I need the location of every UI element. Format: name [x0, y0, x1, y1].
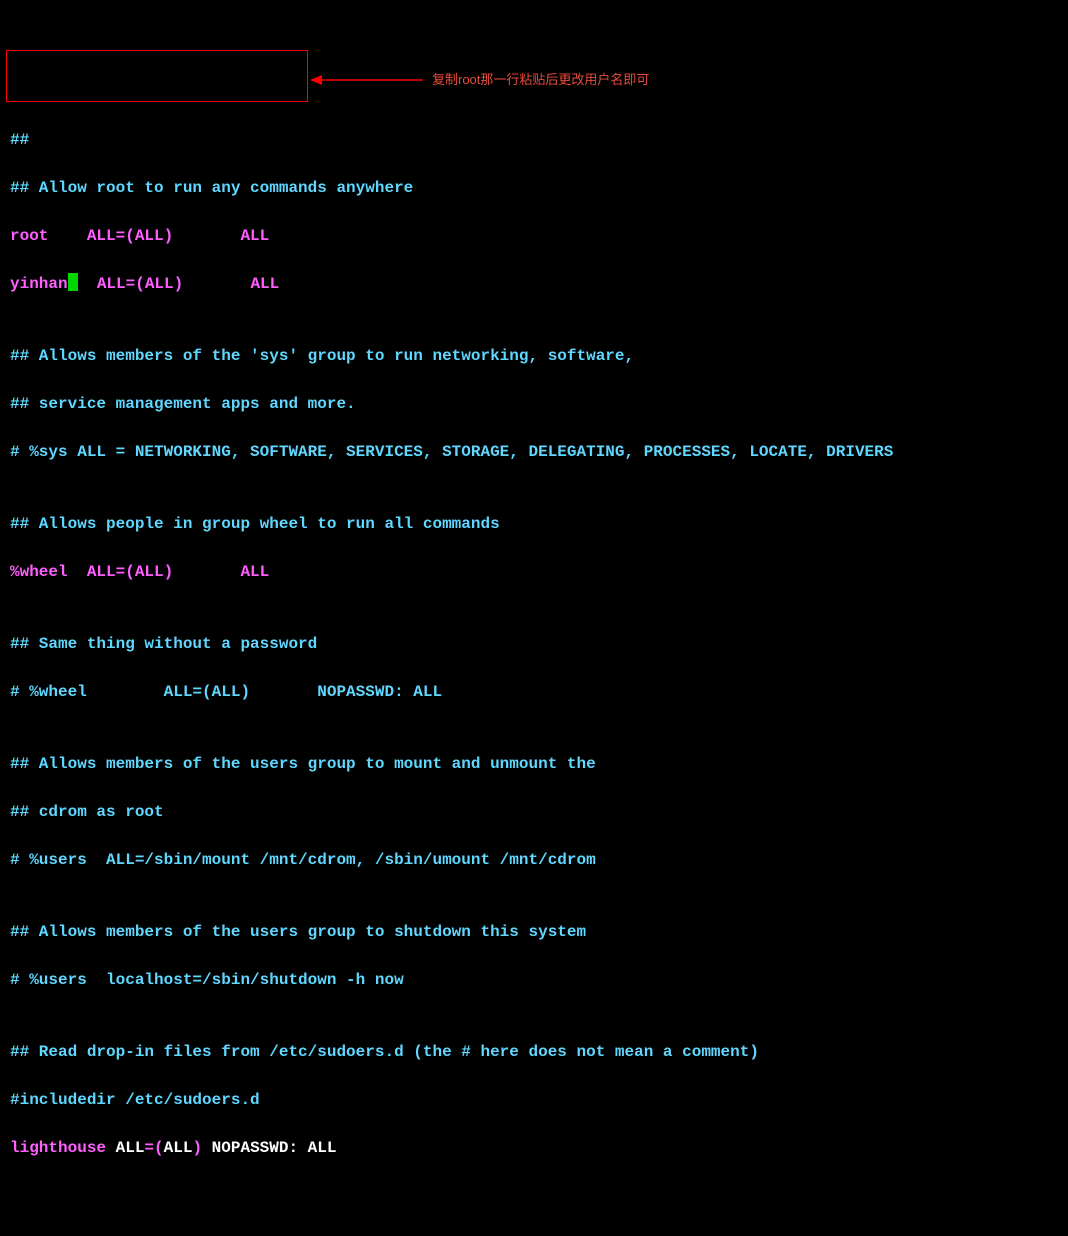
comment-line: #includedir /etc/sudoers.d: [10, 1088, 1058, 1112]
user-root: root: [10, 227, 48, 245]
highlight-box: [6, 50, 308, 102]
cursor-icon: [68, 273, 78, 291]
sudoers-lighthouse-line[interactable]: lighthouse ALL=(ALL) NOPASSWD: ALL: [10, 1136, 1058, 1160]
comment-line: ## service management apps and more.: [10, 392, 1058, 416]
user-yinhan: yinhan: [10, 275, 68, 293]
sudoers-root-line[interactable]: root ALL=(ALL) ALL: [10, 224, 1058, 248]
root-all: ALL: [240, 227, 269, 245]
lh-all2: ALL: [164, 1139, 193, 1157]
wheel-all: ALL: [240, 563, 269, 581]
terminal-content: ## ## Allow root to run any commands any…: [10, 104, 1058, 1184]
comment-line: ## Same thing without a password: [10, 632, 1058, 656]
comment-line: ## Allows members of the 'sys' group to …: [10, 344, 1058, 368]
lh-eq: =: [144, 1139, 154, 1157]
sudoers-yinhan-line[interactable]: yinhan ALL=(ALL) ALL: [10, 272, 1058, 296]
comment-line: ## Allows members of the users group to …: [10, 752, 1058, 776]
root-spec: ALL=(ALL): [48, 227, 240, 245]
comment-line: # %wheel ALL=(ALL) NOPASSWD: ALL: [10, 680, 1058, 704]
comment-line: # %users ALL=/sbin/mount /mnt/cdrom, /sb…: [10, 848, 1058, 872]
lh-all: ALL: [106, 1139, 144, 1157]
sudoers-wheel-line[interactable]: %wheel ALL=(ALL) ALL: [10, 560, 1058, 584]
comment-line: ##: [10, 128, 1058, 152]
arrow-icon: [308, 70, 428, 90]
lh-paren-open: (: [154, 1139, 164, 1157]
comment-line: # %sys ALL = NETWORKING, SOFTWARE, SERVI…: [10, 440, 1058, 464]
comment-line: ## Allows people in group wheel to run a…: [10, 512, 1058, 536]
comment-line: ## Allow root to run any commands anywhe…: [10, 176, 1058, 200]
group-wheel: %wheel: [10, 563, 68, 581]
comment-line: ## Read drop-in files from /etc/sudoers.…: [10, 1040, 1058, 1064]
comment-line: ## cdrom as root: [10, 800, 1058, 824]
lh-paren-close: ): [192, 1139, 202, 1157]
comment-line: ## Allows members of the users group to …: [10, 920, 1058, 944]
annotation-text: 复制root那一行粘贴后更改用户名即可: [432, 70, 649, 90]
wheel-spec: ALL=(ALL): [68, 563, 241, 581]
comment-line: # %users localhost=/sbin/shutdown -h now: [10, 968, 1058, 992]
lh-rest: NOPASSWD: ALL: [202, 1139, 336, 1157]
user-lighthouse: lighthouse: [10, 1139, 106, 1157]
yinhan-all: ALL: [250, 275, 279, 293]
yinhan-spec: ALL=(ALL): [78, 275, 251, 293]
